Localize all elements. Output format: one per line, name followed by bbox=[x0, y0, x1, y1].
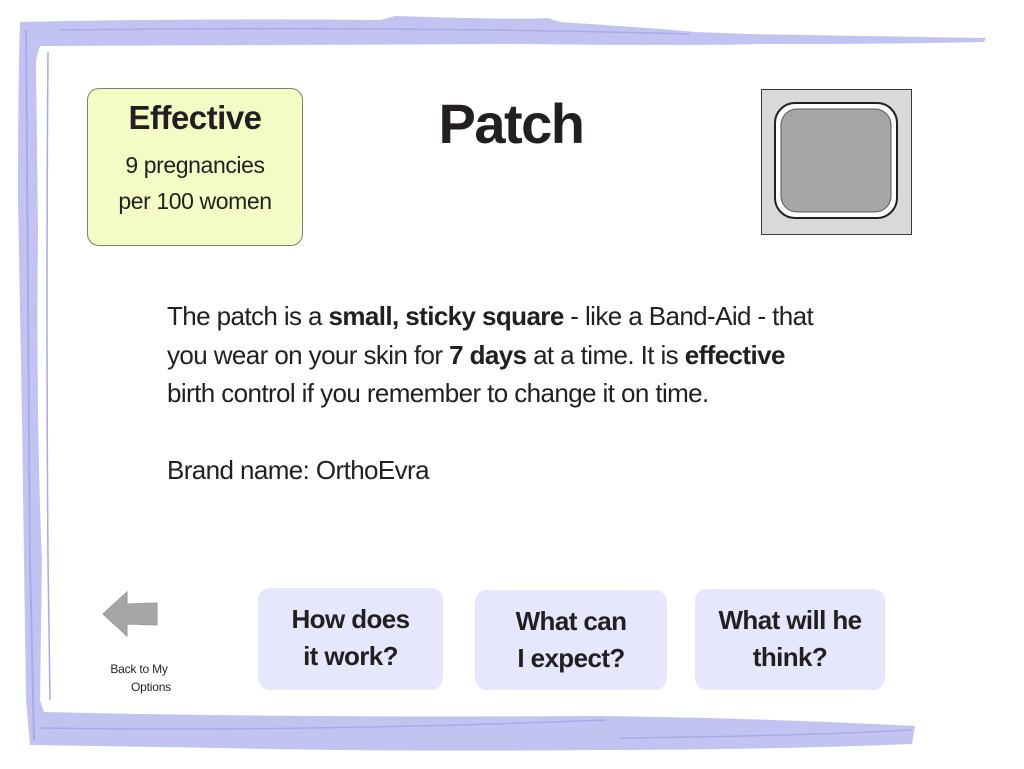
description-text: The patch is a bbox=[167, 301, 329, 331]
description-line: The patch is a small, sticky square - li… bbox=[167, 297, 887, 336]
effectiveness-rate-line-2: per 100 women bbox=[118, 188, 272, 214]
patch-square-icon bbox=[761, 89, 912, 235]
button-label-line-2: think? bbox=[752, 642, 828, 672]
description: The patch is a small, sticky square - li… bbox=[167, 297, 887, 413]
description-emphasis: effective bbox=[684, 339, 786, 370]
description-line: birth control if you remember to change … bbox=[167, 374, 887, 413]
description-text: - like a Band-Aid - that bbox=[563, 301, 814, 331]
description-line: you wear on your skin for 7 days at a ti… bbox=[167, 336, 887, 375]
button-label-line-1: What can bbox=[515, 606, 627, 636]
back-label-line-1: Back to My bbox=[110, 662, 168, 676]
button-label-line-2: I expect? bbox=[517, 643, 625, 673]
back-label-line-2: Options bbox=[131, 680, 171, 694]
description-emphasis: 7 days bbox=[449, 339, 527, 370]
effectiveness-rate-line-1: 9 pregnancies bbox=[125, 152, 265, 178]
button-label-line-1: What will he bbox=[718, 605, 862, 635]
back-arrow-icon bbox=[102, 590, 158, 638]
back-to-options-button[interactable]: Back to My Options bbox=[96, 586, 182, 698]
description-emphasis: small, sticky square bbox=[328, 301, 565, 331]
description-text: at a time. It is bbox=[526, 339, 685, 370]
back-button-label: Back to My Options bbox=[96, 660, 182, 696]
button-label-line-2: it work? bbox=[303, 641, 398, 671]
what-can-i-expect-button[interactable]: What can I expect? bbox=[475, 590, 667, 690]
description-text: birth control if you remember to change … bbox=[167, 378, 709, 408]
brand-name: Brand name: OrthoEvra bbox=[167, 455, 430, 485]
what-will-he-think-button[interactable]: What will he think? bbox=[695, 589, 885, 690]
button-label-line-1: How does bbox=[291, 604, 411, 634]
effectiveness-box: Effective 9 pregnancies per 100 women bbox=[87, 88, 303, 246]
effectiveness-title: Effective bbox=[128, 99, 262, 136]
description-text: you wear on your skin for bbox=[167, 339, 450, 370]
page-title: Patch bbox=[438, 92, 586, 155]
how-does-it-work-button[interactable]: How does it work? bbox=[258, 588, 443, 690]
